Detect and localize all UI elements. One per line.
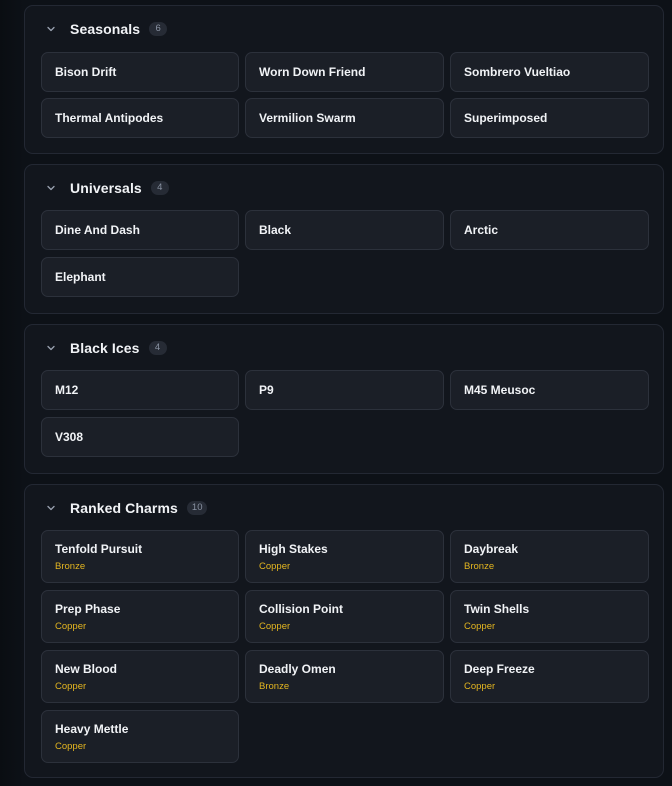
item-name: Prep Phase: [55, 601, 121, 616]
tier-label: Copper: [55, 620, 87, 632]
item-name: Sombrero Vueltiao: [464, 65, 571, 79]
section-ranked-charms: Ranked Charms 10 Tenfold Pursuit Bronze H…: [24, 484, 664, 778]
item-card[interactable]: M12: [41, 370, 239, 410]
item-name: P9: [259, 383, 274, 397]
item-name: Arctic: [464, 223, 499, 237]
tier-label: Copper: [259, 560, 291, 572]
tier-label: Bronze: [55, 560, 86, 572]
item-name: M12: [55, 383, 79, 397]
item-card[interactable]: Thermal Antipodes: [41, 98, 239, 138]
item-name: Dine And Dash: [55, 223, 140, 237]
item-card[interactable]: Sombrero Vueltiao: [450, 52, 649, 92]
ranked-charm-card[interactable]: New Blood Copper: [41, 650, 239, 703]
section-black-ices: Black Ices 4 M12 P9 M45 Meusoc V308: [24, 324, 664, 474]
item-name: Twin Shells: [464, 601, 530, 616]
chevron-down-icon[interactable]: [45, 23, 57, 35]
charm-collection-page: Seasonals 6 Bison Drift Worn Down Friend…: [0, 0, 672, 786]
item-name: Deadly Omen: [259, 661, 336, 676]
item-card[interactable]: Black: [245, 210, 444, 250]
item-name: Daybreak: [464, 541, 519, 556]
section-title: Black Ices: [70, 340, 140, 356]
ranked-charm-card[interactable]: Tenfold Pursuit Bronze: [41, 530, 239, 583]
section-header[interactable]: Ranked Charms 10: [45, 499, 208, 517]
tier-label: Copper: [464, 620, 496, 632]
ranked-charm-card[interactable]: Heavy Mettle Copper: [41, 710, 239, 763]
item-card[interactable]: Dine And Dash: [41, 210, 239, 250]
tier-label: Copper: [259, 620, 291, 632]
item-card[interactable]: Superimposed: [450, 98, 649, 138]
item-name: Black: [259, 223, 292, 237]
item-name: Bison Drift: [55, 65, 117, 79]
item-name: Tenfold Pursuit: [55, 541, 143, 556]
item-card[interactable]: Vermilion Swarm: [245, 98, 444, 138]
tier-label: Bronze: [259, 680, 290, 692]
item-card[interactable]: Elephant: [41, 257, 239, 297]
tier-label: Copper: [464, 680, 496, 692]
chevron-down-icon[interactable]: [45, 182, 57, 194]
item-name: Collision Point: [259, 601, 343, 616]
section-header[interactable]: Universals 4: [45, 179, 169, 197]
item-name: New Blood: [55, 661, 117, 676]
section-header[interactable]: Black Ices 4: [45, 339, 167, 357]
ranked-charm-card[interactable]: Prep Phase Copper: [41, 590, 239, 643]
section-universals: Universals 4 Dine And Dash Black Arctic …: [24, 164, 664, 314]
item-name: Worn Down Friend: [259, 65, 366, 79]
section-title: Universals: [70, 180, 142, 196]
item-card[interactable]: Arctic: [450, 210, 649, 250]
item-name: V308: [55, 430, 84, 444]
item-name: Thermal Antipodes: [55, 111, 164, 125]
ranked-charm-card[interactable]: Deep Freeze Copper: [450, 650, 649, 703]
ranked-charm-card[interactable]: High Stakes Copper: [245, 530, 444, 583]
item-name: Vermilion Swarm: [259, 111, 356, 125]
chevron-down-icon[interactable]: [45, 342, 57, 354]
item-card[interactable]: M45 Meusoc: [450, 370, 649, 410]
tier-label: Bronze: [464, 560, 495, 572]
item-card[interactable]: P9: [245, 370, 444, 410]
count-badge: 6: [149, 22, 168, 36]
item-card[interactable]: V308: [41, 417, 239, 457]
item-name: M45 Meusoc: [464, 383, 536, 397]
ranked-charm-card[interactable]: Deadly Omen Bronze: [245, 650, 444, 703]
count-badge: 4: [150, 181, 169, 195]
tier-label: Copper: [55, 680, 87, 692]
item-name: High Stakes: [259, 541, 328, 556]
item-name: Superimposed: [464, 111, 548, 125]
ranked-charm-card[interactable]: Collision Point Copper: [245, 590, 444, 643]
item-name: Deep Freeze: [464, 661, 535, 676]
tier-label: Copper: [55, 740, 87, 752]
chevron-down-icon[interactable]: [45, 502, 57, 514]
section-title: Seasonals: [70, 21, 141, 37]
item-card[interactable]: Bison Drift: [41, 52, 239, 92]
section-seasonals: Seasonals 6 Bison Drift Worn Down Friend…: [24, 5, 664, 154]
item-card[interactable]: Worn Down Friend: [245, 52, 444, 92]
item-name: Heavy Mettle: [55, 721, 129, 736]
ranked-charm-card[interactable]: Daybreak Bronze: [450, 530, 649, 583]
ranked-charm-card[interactable]: Twin Shells Copper: [450, 590, 649, 643]
count-badge: 10: [186, 501, 208, 515]
item-name: Elephant: [55, 270, 106, 284]
count-badge: 4: [148, 341, 167, 355]
section-title: Ranked Charms: [70, 500, 178, 516]
section-header[interactable]: Seasonals 6: [45, 20, 168, 38]
